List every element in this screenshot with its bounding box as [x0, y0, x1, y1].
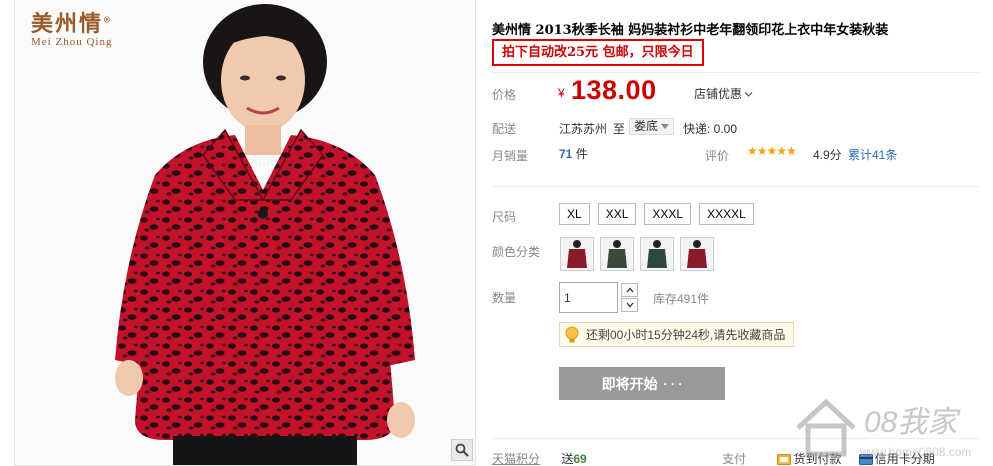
rating-score: 4.9分	[813, 148, 842, 162]
product-title: 美州情 2013秋季长袖 妈妈装衬衫中老年翻领印花上衣中年女装秋装	[492, 23, 889, 38]
chevron-down-icon	[626, 302, 633, 308]
divider	[492, 72, 979, 73]
stock-count: 库存491件	[653, 292, 710, 306]
swatch-thumbnail	[647, 240, 667, 268]
size-options: XL XXL XXXL XXXXL	[559, 203, 754, 225]
color-swatch[interactable]	[600, 237, 634, 271]
caret-down-icon	[661, 124, 670, 130]
zoom-button[interactable]	[451, 439, 473, 461]
size-option[interactable]: XL	[559, 203, 590, 225]
size-option[interactable]: XXXXL	[699, 203, 754, 225]
points-value: 送69	[561, 452, 587, 466]
shipping-to: 至	[613, 122, 626, 136]
swatch-thumbnail	[687, 240, 707, 268]
monthly-sales-label: 月销量	[492, 149, 529, 163]
quantity-increase-button[interactable]	[621, 283, 638, 297]
reviews-link[interactable]: 累计41条	[848, 146, 897, 163]
color-swatch[interactable]	[680, 237, 714, 271]
color-options	[560, 237, 714, 271]
currency-symbol: ¥	[558, 86, 565, 100]
product-image-gallery[interactable]: 美州情® Mei Zhou Qing	[14, 0, 476, 466]
swatch-thumbnail	[607, 240, 627, 268]
shipping-label: 配送	[492, 122, 517, 136]
site-watermark: 08我家 www.home0808.com	[796, 398, 971, 459]
shipping-origin: 江苏苏州	[559, 122, 608, 136]
price-value: 138.00	[571, 75, 657, 105]
chevron-up-icon	[626, 287, 633, 293]
chevron-down-icon	[744, 92, 753, 98]
payment-label: 支付	[722, 452, 747, 466]
destination-select[interactable]: 娄底	[629, 118, 675, 135]
size-option[interactable]: XXXL	[644, 203, 692, 225]
promo-banner: 拍下自动改25元 包邮，只限今日	[492, 39, 704, 66]
shipping-fee: 快递: 0.00	[683, 122, 738, 136]
product-photo	[115, 4, 415, 465]
rating-label: 评价	[705, 149, 730, 163]
quantity-label: 数量	[492, 291, 517, 305]
watermark-url: www.home0808.com	[859, 445, 971, 459]
points-label: 天猫积分	[492, 452, 541, 466]
rating-stars: ★★★★★	[747, 144, 797, 158]
color-swatch[interactable]	[560, 237, 594, 271]
buy-button[interactable]: 即将开始 · · ·	[559, 367, 725, 400]
swatch-thumbnail	[567, 240, 587, 268]
size-option[interactable]: XXL	[597, 203, 637, 225]
countdown-notice: 还剩00小时15分钟24秒,请先收藏商品	[559, 322, 795, 347]
magnifier-icon	[455, 443, 469, 457]
price-label: 价格	[492, 88, 517, 102]
divider	[492, 186, 979, 187]
shop-promo-dropdown[interactable]: 店铺优惠	[694, 85, 753, 102]
quantity-decrease-button[interactable]	[621, 298, 638, 312]
color-swatch[interactable]	[640, 237, 674, 271]
monthly-sales: 71 件	[559, 147, 588, 161]
house-icon	[796, 398, 856, 457]
countdown-text: 还剩00小时15分钟24秒,请先收藏商品	[586, 328, 786, 342]
size-label: 尺码	[492, 210, 517, 224]
color-label: 颜色分类	[492, 245, 541, 259]
quantity-input[interactable]	[559, 282, 618, 313]
watermark-text: 08我家	[864, 406, 961, 439]
lightbulb-icon	[565, 326, 579, 342]
